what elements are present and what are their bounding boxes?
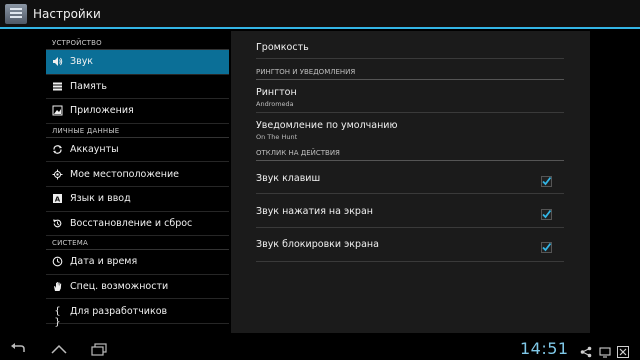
ringtone-setting[interactable]: Рингтон Andromeda (256, 82, 564, 113)
action-bar: Настройки (0, 0, 640, 29)
key-sounds-setting[interactable]: Звук клавиш (256, 162, 564, 194)
touch-sounds-setting[interactable]: Звук нажатия на экран (256, 195, 564, 228)
volume-setting[interactable]: Громкость (256, 31, 564, 59)
screen-lock-sounds-checkbox[interactable] (541, 238, 552, 253)
sidebar-item-label: Приложения (70, 105, 134, 117)
back-icon[interactable] (10, 341, 28, 357)
settings-app-icon[interactable] (5, 3, 27, 24)
sidebar-item-date-time[interactable]: Дата и время (46, 250, 229, 275)
setting-subtitle: Andromeda (256, 100, 294, 108)
backup-icon (52, 218, 63, 229)
setting-subtitle: On The Hunt (256, 133, 298, 141)
sidebar-item-sound[interactable]: Звук (46, 50, 229, 75)
sidebar-item-label: Для разработчиков (70, 305, 168, 317)
section-header-system: СИСТЕМА (46, 236, 229, 251)
setting-title: Рингтон (256, 87, 297, 98)
sync-icon (52, 144, 63, 155)
setting-title: Уведомление по умолчанию (256, 120, 398, 131)
hand-icon (52, 281, 63, 292)
page-title: Настройки (33, 6, 101, 21)
sidebar-item-developer[interactable]: { } Для разработчиков (46, 299, 229, 328)
apps-icon (52, 105, 63, 116)
screen-lock-sounds-setting[interactable]: Звук блокировки экрана (256, 229, 564, 262)
close-icon[interactable] (617, 343, 629, 358)
sidebar-item-accounts[interactable]: Аккаунты (46, 138, 229, 163)
sidebar-item-location[interactable]: Мое местоположение (46, 162, 229, 187)
sidebar-item-storage[interactable]: Память (46, 75, 229, 100)
braces-icon: { } (54, 305, 61, 328)
sidebar-item-label: Память (70, 80, 107, 92)
volume-icon (52, 56, 63, 67)
sidebar-item-backup-reset[interactable]: Восстановление и сброс (46, 212, 229, 237)
sidebar-item-label: Язык и ввод (70, 193, 131, 205)
sidebar-item-label: Дата и время (70, 256, 138, 268)
recent-apps-icon[interactable] (90, 341, 108, 357)
sidebar-item-accessibility[interactable]: Спец. возможности (46, 275, 229, 300)
sidebar-item-language[interactable]: A Язык и ввод (46, 187, 229, 212)
key-sounds-checkbox[interactable] (541, 172, 552, 187)
system-bar: 14:51 (0, 338, 640, 360)
storage-icon (52, 81, 63, 92)
clock-icon (52, 256, 63, 267)
status-clock[interactable]: 14:51 (520, 339, 569, 358)
sidebar-item-label: Звук (70, 56, 94, 68)
section-header-device: УСТРОЙСТВО (46, 36, 229, 50)
sidebar-item-label: Мое местоположение (70, 168, 179, 180)
setting-title: Звук нажатия на экран (256, 206, 373, 217)
sidebar-item-label: Аккаунты (70, 144, 119, 156)
sidebar-item-label: Восстановление и сброс (70, 217, 193, 229)
touch-sounds-checkbox[interactable] (541, 205, 552, 220)
setting-title: Звук блокировки экрана (256, 239, 379, 250)
default-notification-setting[interactable]: Уведомление по умолчанию On The Hunt (256, 115, 564, 146)
settings-category-list: УСТРОЙСТВО Звук Память Приложения ЛИЧНЫЕ… (46, 36, 229, 338)
section-header-personal: ЛИЧНЫЕ ДАННЫЕ (46, 124, 229, 138)
screen-cast-icon[interactable] (599, 343, 611, 358)
home-icon[interactable] (50, 341, 68, 357)
setting-title: Звук клавиш (256, 173, 321, 184)
sound-settings-pane: Громкость РИНГТОН И УВЕДОМЛЕНИЯ Рингтон … (231, 31, 590, 333)
category-ringtone-header: РИНГТОН И УВЕДОМЛЕНИЯ (256, 66, 564, 80)
sidebar-item-label: Спец. возможности (70, 281, 169, 293)
sidebar-item-apps[interactable]: Приложения (46, 99, 229, 124)
location-icon (52, 169, 63, 180)
category-feedback-header: ОТКЛИК НА ДЕЙСТВИЯ (256, 147, 564, 161)
language-icon: A (52, 193, 63, 204)
setting-title: Громкость (256, 42, 309, 53)
share-icon[interactable] (580, 343, 592, 358)
svg-text:A: A (55, 196, 61, 204)
